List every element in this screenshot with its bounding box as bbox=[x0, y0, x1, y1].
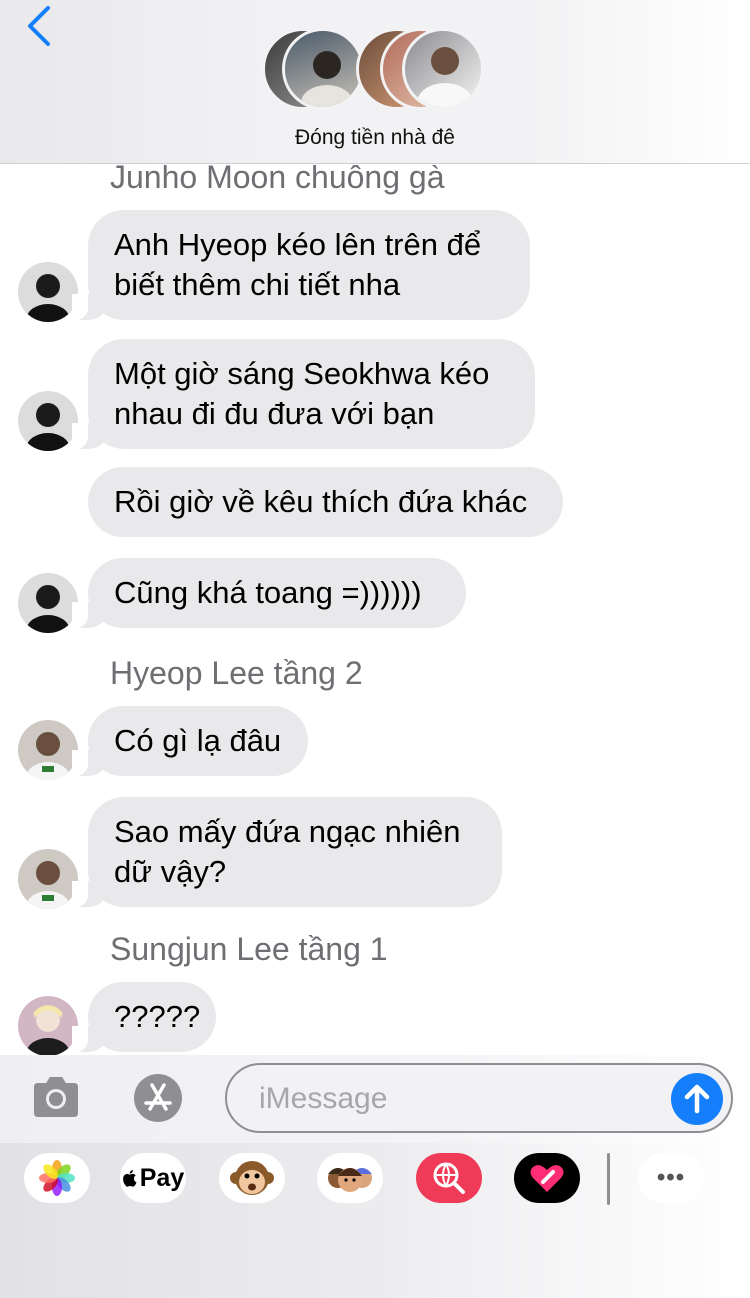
sender-name: Junho Moon chuông gà bbox=[110, 165, 445, 195]
conversation-header: Đóng tiền nhà đê bbox=[0, 0, 750, 164]
monkey-icon bbox=[230, 1161, 274, 1195]
avatar[interactable] bbox=[18, 849, 78, 909]
message-bubble[interactable]: Một giờ sáng Seokhwa kéo nhau đi đu đưa … bbox=[72, 339, 535, 449]
message-bubble[interactable]: Cũng khá toang =)))))) bbox=[72, 558, 466, 628]
message-bubble[interactable]: Rồi giờ về kêu thích đứa khác bbox=[88, 467, 563, 537]
sender-name: Sungjun Lee tầng 1 bbox=[110, 931, 388, 967]
more-icon: ••• bbox=[656, 1164, 686, 1191]
digital-touch-button[interactable] bbox=[514, 1153, 580, 1203]
camera-button[interactable] bbox=[30, 1075, 82, 1119]
globe-search-icon bbox=[433, 1162, 465, 1194]
app-drawer: Pay ••• bbox=[0, 1143, 750, 1298]
sender-name: Hyeop Lee tầng 2 bbox=[110, 655, 363, 691]
message-thread[interactable]: Junho Moon chuông gà Anh Hyeop kéo lên t… bbox=[0, 165, 750, 1055]
message-bubble[interactable]: ????? bbox=[72, 982, 216, 1052]
camera-icon bbox=[34, 1077, 78, 1117]
avatar bbox=[282, 28, 364, 110]
group-avatars[interactable] bbox=[262, 28, 492, 114]
input-placeholder: iMessage bbox=[259, 1082, 388, 1115]
back-button[interactable] bbox=[22, 4, 62, 48]
app-store-button[interactable] bbox=[126, 1073, 190, 1123]
search-images-button[interactable] bbox=[416, 1153, 482, 1203]
drawer-divider bbox=[607, 1153, 610, 1205]
apple-pay-label: Pay bbox=[139, 1163, 185, 1192]
message-bubble[interactable]: Anh Hyeop kéo lên trên để biết thêm chi … bbox=[72, 210, 530, 320]
app-store-icon bbox=[134, 1074, 182, 1122]
imessage-input[interactable]: iMessage bbox=[225, 1063, 733, 1133]
group-name[interactable]: Đóng tiền nhà đê bbox=[0, 126, 750, 150]
animoji-button[interactable] bbox=[219, 1153, 285, 1203]
message-bubble[interactable]: Sao mấy đứa ngạc nhiên dữ vậy? bbox=[72, 797, 502, 907]
memoji-button[interactable] bbox=[317, 1153, 383, 1203]
apple-pay-button[interactable]: Pay bbox=[120, 1153, 186, 1203]
message-bubble[interactable]: Có gì lạ đâu bbox=[72, 706, 308, 776]
arrow-up-icon bbox=[684, 1084, 710, 1114]
avatar[interactable] bbox=[18, 391, 78, 451]
chevron-left-icon bbox=[28, 6, 50, 46]
heart-icon bbox=[530, 1165, 564, 1192]
photos-app-button[interactable] bbox=[24, 1153, 90, 1203]
photos-icon bbox=[39, 1160, 75, 1196]
input-bar: iMessage bbox=[0, 1055, 750, 1143]
more-apps-button[interactable]: ••• bbox=[638, 1153, 704, 1203]
avatar[interactable] bbox=[18, 996, 78, 1055]
avatar bbox=[402, 28, 484, 110]
avatar[interactable] bbox=[18, 262, 78, 322]
avatar[interactable] bbox=[18, 573, 78, 633]
avatar[interactable] bbox=[18, 720, 78, 780]
apple-logo-icon bbox=[122, 1170, 137, 1187]
send-button[interactable] bbox=[671, 1073, 723, 1125]
memoji-icon bbox=[328, 1168, 372, 1192]
